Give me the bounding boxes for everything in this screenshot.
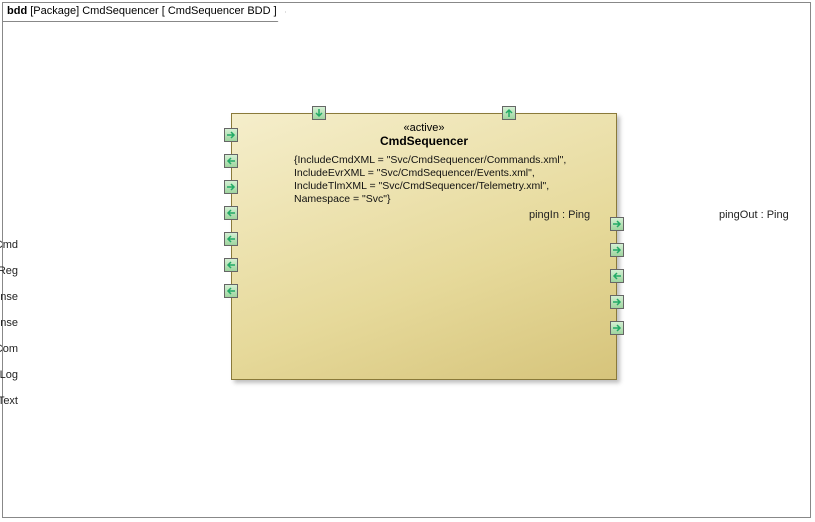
frame-title-tab: bdd [Package] CmdSequencer [ CmdSequence… xyxy=(2,2,286,22)
port-label: comCmdOut : Com xyxy=(0,343,18,355)
block-name: CmdSequencer xyxy=(232,134,616,148)
arrow-up-icon xyxy=(503,107,515,119)
frame-suffix: [ CmdSequencer BDD ] xyxy=(162,5,277,17)
arrow-left-icon xyxy=(225,233,237,245)
arrow-left-icon xyxy=(225,155,237,167)
arrow-right-icon xyxy=(611,218,623,230)
block-cmdsequencer[interactable]: «active» CmdSequencer {IncludeCmdXML = "… xyxy=(231,113,617,380)
port-schedin[interactable] xyxy=(610,217,624,231)
block-prop-line: {IncludeCmdXML = "Svc/CmdSequencer/Comma… xyxy=(294,154,566,167)
frame-kind: [Package] xyxy=(30,5,79,17)
port-label: cmdRegOut : CmdReg xyxy=(0,265,18,277)
port-cmdregout[interactable] xyxy=(224,154,238,168)
block-title: «active» CmdSequencer xyxy=(232,122,616,148)
port-label: pingIn : Ping xyxy=(529,209,590,221)
port-cmdresponseout[interactable] xyxy=(224,206,238,220)
port-tlmout[interactable] xyxy=(610,321,624,335)
arrow-left-icon xyxy=(225,285,237,297)
port-label: logOut : Log xyxy=(0,369,18,381)
port-logtext[interactable] xyxy=(224,284,238,298)
port-label: cmdIn : Cmd xyxy=(0,239,18,251)
port-label: LogText : LogText xyxy=(0,395,18,407)
frame-name: CmdSequencer xyxy=(82,5,158,17)
arrow-right-icon xyxy=(611,244,623,256)
port-pingin[interactable] xyxy=(312,106,326,120)
arrow-down-icon xyxy=(313,107,325,119)
port-label: cmdResponseOut : CmdResponse xyxy=(0,317,18,329)
arrow-right-icon xyxy=(225,129,237,141)
frame-prefix: bdd xyxy=(7,5,27,17)
block-prop-line: IncludeEvrXML = "Svc/CmdSequencer/Events… xyxy=(294,167,566,180)
diagram-frame: bdd [Package] CmdSequencer [ CmdSequence… xyxy=(2,2,811,518)
block-properties: {IncludeCmdXML = "Svc/CmdSequencer/Comma… xyxy=(294,154,566,206)
arrow-right-icon xyxy=(611,322,623,334)
port-seqdone[interactable] xyxy=(610,243,624,257)
arrow-right-icon xyxy=(611,296,623,308)
arrow-left-icon xyxy=(611,270,623,282)
arrow-right-icon xyxy=(225,181,237,193)
block-prop-line: Namespace = "Svc"} xyxy=(294,193,566,206)
block-prop-line: IncludeTlmXML = "Svc/CmdSequencer/Teleme… xyxy=(294,180,566,193)
block-stereotype: «active» xyxy=(232,122,616,134)
port-label: cmdResponseIn : CmdResponse xyxy=(0,291,18,303)
arrow-left-icon xyxy=(225,207,237,219)
port-cmdin[interactable] xyxy=(224,128,238,142)
port-comcmdout[interactable] xyxy=(224,232,238,246)
port-cmdresponsein[interactable] xyxy=(224,180,238,194)
port-timecaller[interactable] xyxy=(610,295,624,309)
port-label: pingOut : Ping xyxy=(719,209,789,221)
port-pingout[interactable] xyxy=(502,106,516,120)
port-logout[interactable] xyxy=(224,258,238,272)
arrow-left-icon xyxy=(225,259,237,271)
port-seqrunin[interactable] xyxy=(610,269,624,283)
